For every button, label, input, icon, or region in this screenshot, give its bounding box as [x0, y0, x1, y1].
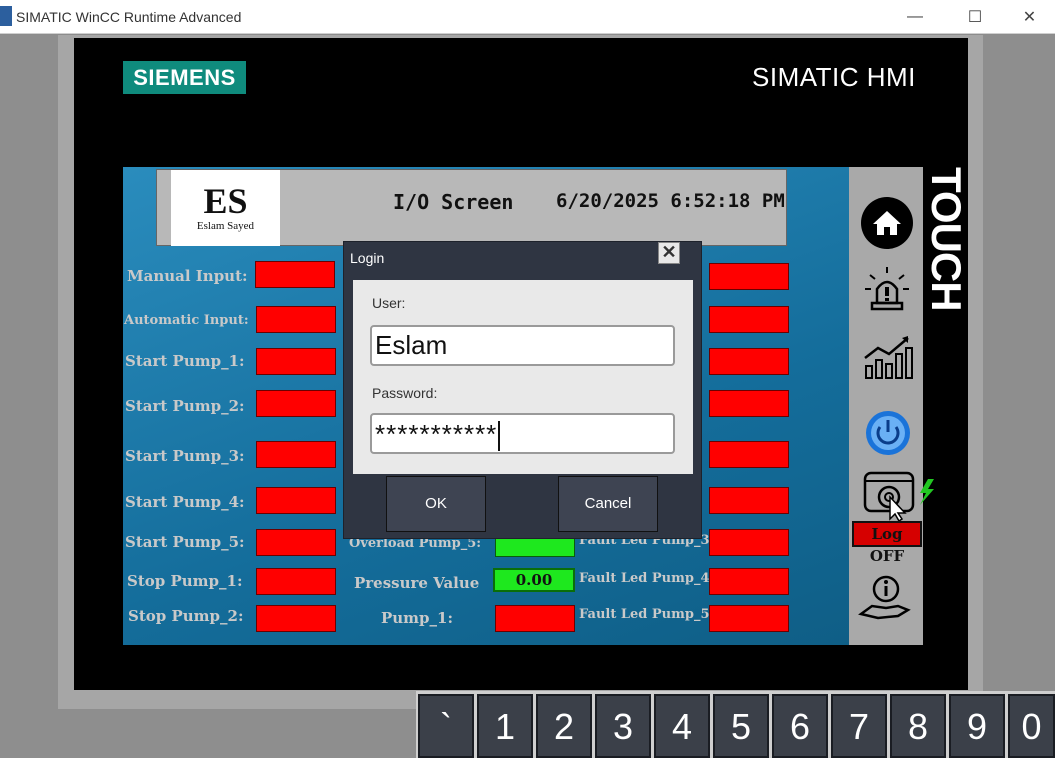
app-icon [0, 6, 12, 26]
maximize-button[interactable]: ☐ [946, 0, 1004, 34]
label-manual-input: Manual Input: [127, 267, 248, 285]
touch-label: TOUCH [923, 167, 970, 311]
label-start-pump-4: Start Pump_4: [125, 493, 245, 511]
login-dialog: Login ✕ User: Eslam Password: **********… [343, 241, 702, 539]
logoff-button[interactable]: Log OFF [852, 521, 922, 565]
siemens-logo: SIEMENS [123, 61, 246, 94]
label-stop-pump-2: Stop Pump_2: [128, 607, 244, 625]
user-label: User: [372, 295, 406, 311]
info-icon[interactable] [858, 572, 912, 622]
led-right-6 [709, 487, 789, 514]
home-icon[interactable] [860, 196, 914, 250]
es-logo: ES Eslam Sayed [171, 170, 280, 246]
key-2[interactable]: 2 [536, 694, 592, 758]
page-title: I/O Screen [393, 190, 514, 214]
led-start-pump-5 [256, 529, 336, 556]
led-right-1 [709, 263, 789, 290]
label-start-pump-3: Start Pump_3: [125, 447, 245, 465]
led-start-pump-2 [256, 390, 336, 417]
ok-button[interactable]: OK [386, 476, 486, 532]
led-start-pump-4 [256, 487, 336, 514]
dialog-title: Login [350, 250, 385, 266]
led-start-pump-1 [256, 348, 336, 375]
led-fault-pump-4 [709, 568, 789, 595]
led-right-4 [709, 390, 789, 417]
simatic-hmi-label: SIMATIC HMI [752, 62, 916, 92]
led-right-5 [709, 441, 789, 468]
minimize-button[interactable]: — [886, 0, 944, 34]
user-value: Eslam [375, 330, 448, 360]
key-5[interactable]: 5 [713, 694, 769, 758]
dialog-close-button[interactable]: ✕ [658, 242, 680, 264]
close-button[interactable]: ✕ [1004, 0, 1055, 34]
key-6[interactable]: 6 [772, 694, 828, 758]
user-field[interactable]: Eslam [370, 325, 675, 366]
logo-initials: ES [203, 181, 248, 221]
key-backtick[interactable]: ` [418, 694, 474, 758]
led-stop-pump-1 [256, 568, 336, 595]
dialog-body: User: Eslam Password: *********** [353, 280, 693, 474]
window-title: SIMATIC WinCC Runtime Advanced [16, 9, 242, 25]
password-field[interactable]: *********** [370, 413, 675, 454]
alarm-icon[interactable] [862, 265, 912, 313]
label-pump-1: Pump_1: [381, 609, 454, 627]
led-manual-input [255, 261, 335, 288]
label-fault-led-pump-5: Fault Led Pump_5: [579, 607, 715, 622]
password-value: *********** [375, 419, 498, 449]
led-stop-pump-2 [256, 605, 336, 632]
label-start-pump-2: Start Pump_2: [125, 397, 245, 415]
label-start-pump-1: Start Pump_1: [125, 352, 245, 370]
window-titlebar: SIMATIC WinCC Runtime Advanced — ☐ ✕ [0, 0, 1055, 34]
label-start-pump-5: Start Pump_5: [125, 533, 245, 551]
label-stop-pump-1: Stop Pump_1: [127, 572, 243, 590]
led-pump-1 [495, 605, 575, 632]
cancel-button[interactable]: Cancel [558, 476, 658, 532]
trend-icon[interactable] [862, 334, 914, 380]
label-automatic-input: Automatic Input: [124, 313, 249, 328]
led-right-3 [709, 348, 789, 375]
power-icon[interactable] [864, 410, 912, 456]
key-8[interactable]: 8 [890, 694, 946, 758]
logo-name: Eslam Sayed [196, 220, 255, 232]
key-3[interactable]: 3 [595, 694, 651, 758]
key-1[interactable]: 1 [477, 694, 533, 758]
settings-icon[interactable] [862, 469, 940, 521]
led-right-2 [709, 306, 789, 333]
password-label: Password: [372, 385, 438, 401]
label-fault-led-pump-4: Fault Led Pump_4: [579, 571, 715, 586]
key-9[interactable]: 9 [949, 694, 1005, 758]
led-automatic-input [256, 306, 336, 333]
key-4[interactable]: 4 [654, 694, 710, 758]
key-0[interactable]: 0 [1008, 694, 1055, 758]
led-fault-pump-3 [709, 529, 789, 556]
datetime-display: 6/20/2025 6:52:18 PM [556, 190, 785, 212]
pressure-value-display: 0.00 [493, 568, 575, 592]
led-start-pump-3 [256, 441, 336, 468]
led-fault-pump-5 [709, 605, 789, 632]
label-pressure-value: Pressure Value [354, 574, 480, 592]
text-cursor [498, 421, 501, 452]
key-7[interactable]: 7 [831, 694, 887, 758]
